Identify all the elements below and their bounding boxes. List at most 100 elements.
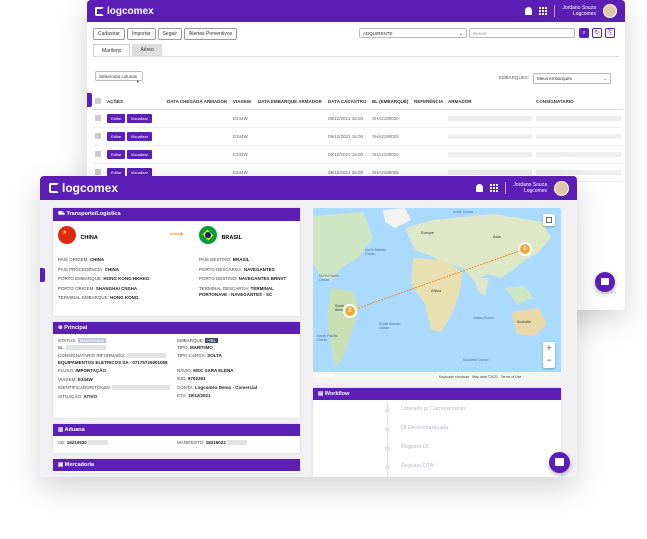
apps-grid-icon[interactable] bbox=[539, 7, 548, 15]
brand-logo[interactable]: logcomex bbox=[49, 181, 118, 195]
table-row[interactable]: Editar Visualizar E344W 09/12/2021 16:00 SH… bbox=[93, 145, 623, 164]
route-arrow-icon: ⟶ bbox=[169, 229, 184, 240]
view-button[interactable]: Visualizar bbox=[126, 150, 152, 159]
map-label-australia: Australia bbox=[517, 320, 531, 324]
table-row[interactable]: Editar Visualizar E344W 09/12/2021 16:00 SH… bbox=[93, 109, 623, 128]
embarque-label: EMBARQUE: bbox=[177, 338, 205, 343]
workflow-panel: ▤ Workflow Liberado p/ Carregamento DI De… bbox=[313, 388, 561, 477]
front-sidebar-toggle[interactable] bbox=[40, 268, 45, 282]
pagination-arrows[interactable]: ‹ › bbox=[611, 290, 616, 296]
filter-select[interactable]: ADQUIRENTE ⌄ bbox=[359, 28, 467, 38]
bell-icon[interactable] bbox=[525, 7, 533, 15]
action-toolbar: Cadastrar Importar Seguir Alertas Preven… bbox=[93, 28, 238, 40]
cell-armador bbox=[446, 109, 534, 128]
col-bl[interactable]: BL (EMBARQUE) bbox=[370, 94, 412, 110]
alertas-button[interactable]: Alertas Preventivos bbox=[184, 28, 238, 40]
redacted-bar bbox=[448, 170, 532, 175]
columns-select-value: Selecionar colunas bbox=[99, 73, 138, 79]
origin-country: ★ CHINA bbox=[58, 226, 98, 244]
north-america-land bbox=[313, 212, 373, 280]
cadastrar-button[interactable]: Cadastrar bbox=[93, 28, 125, 40]
chevron-down-icon: ⌄ bbox=[458, 30, 463, 37]
col-armador[interactable]: ARMADOR bbox=[446, 94, 534, 110]
mercadoria-header: ▣ Mercadoria bbox=[53, 459, 300, 471]
edit-button[interactable]: Editar bbox=[107, 114, 126, 123]
chat-button[interactable] bbox=[549, 452, 570, 473]
transport-field: PORTO DESTINO: NAVEGANTES BRNVT bbox=[199, 276, 294, 283]
user-info: Jordano Souza Logcomex bbox=[562, 5, 596, 17]
route-map[interactable]: Europe Africa Asia North Atlantic Ocean … bbox=[313, 208, 561, 382]
edit-button[interactable]: Editar bbox=[107, 150, 126, 159]
cell-data-cadastro: 09/12/2021 16:00 bbox=[326, 145, 370, 164]
col-data-chegada[interactable]: DATA CHEGADA ARMADOR bbox=[165, 94, 231, 110]
redacted-bar bbox=[536, 152, 621, 157]
search-input[interactable]: Buscar bbox=[469, 28, 575, 38]
bell-icon[interactable] bbox=[476, 184, 484, 192]
view-button[interactable]: Visualizar bbox=[126, 132, 152, 141]
situacao-row: SITUAÇÃO: ATIVO bbox=[58, 394, 178, 401]
row-actions: Editar Visualizar bbox=[105, 127, 165, 146]
map-marker-origin[interactable]: 1 bbox=[518, 242, 532, 256]
tipo-carga-row: TIPO CARGA: SOLTA bbox=[177, 353, 295, 360]
tipo-carga-label: TIPO CARGA: bbox=[177, 353, 207, 358]
map-label-asia: Asia bbox=[493, 234, 501, 239]
google-logo: Google bbox=[317, 373, 335, 379]
chevron-down-icon: ▾ bbox=[136, 78, 139, 84]
consignatario-value: EQUIPAMENTOS ELETRICOS SA - 071757250010… bbox=[58, 359, 168, 365]
principal-header: ⊕ Principal bbox=[53, 322, 300, 334]
row-checkbox[interactable] bbox=[95, 151, 101, 157]
logo-icon bbox=[95, 6, 104, 16]
imo-row: IMO: 9702261 bbox=[177, 376, 295, 383]
redacted-bar bbox=[448, 116, 532, 121]
top-bar: logcomex Jordano Souza Logcomex bbox=[40, 176, 577, 200]
row-checkbox-cell bbox=[93, 145, 105, 164]
export-icon[interactable]: ⎘ bbox=[605, 28, 615, 38]
col-referencia[interactable]: REFERÊNCIA bbox=[412, 94, 446, 110]
bl-row: BL: bbox=[58, 345, 178, 352]
row-checkbox[interactable] bbox=[95, 133, 101, 139]
zoom-out-button[interactable]: − bbox=[543, 355, 555, 368]
refresh-icon[interactable]: ↻ bbox=[592, 28, 602, 38]
manifesto-label: MANIFESTO: bbox=[177, 440, 205, 445]
zoom-in-button[interactable]: + bbox=[543, 342, 555, 355]
select-all-checkbox[interactable] bbox=[95, 98, 101, 104]
bl-label: BL: bbox=[58, 344, 65, 350]
row-checkbox[interactable] bbox=[95, 169, 101, 175]
divider bbox=[505, 182, 507, 194]
importar-button[interactable]: Importar bbox=[126, 28, 156, 40]
ce-redacted bbox=[88, 440, 109, 446]
row-checkbox-cell bbox=[93, 109, 105, 128]
china-flag-icon: ★ bbox=[58, 226, 76, 244]
avatar[interactable] bbox=[554, 180, 569, 196]
col-acoes[interactable]: AÇÕES bbox=[105, 94, 165, 110]
fullscreen-button[interactable] bbox=[543, 214, 555, 226]
map-marker-destination[interactable]: 2 bbox=[343, 304, 357, 318]
chat-button[interactable] bbox=[595, 272, 615, 292]
divider bbox=[554, 5, 556, 17]
brand-logo[interactable]: logcomex bbox=[95, 6, 154, 17]
consignatario-row: CONSIGNATARIO INFORMADO: EQUIPAMENTOS EL… bbox=[58, 353, 178, 366]
apps-grid-icon[interactable] bbox=[490, 184, 499, 192]
table-header-row: AÇÕES DATA CHEGADA ARMADOR VIAGEM DATA E… bbox=[93, 94, 623, 110]
cell-data-embarque bbox=[256, 109, 326, 128]
seguir-button[interactable]: Seguir bbox=[157, 28, 183, 40]
back-sidebar-toggle[interactable] bbox=[87, 93, 92, 107]
field-value: BRASIL bbox=[232, 257, 250, 262]
embarques-select[interactable]: Meus embarques ⌄ bbox=[533, 73, 611, 84]
avatar[interactable] bbox=[603, 4, 617, 18]
brand-name: logcomex bbox=[107, 5, 154, 17]
search-tools: ⌕ ↻ ⎘ bbox=[579, 28, 615, 38]
columns-select[interactable]: Selecionar colunas ▾ bbox=[95, 71, 143, 84]
col-viagem[interactable]: VIAGEM bbox=[231, 94, 256, 110]
edit-button[interactable]: Editar bbox=[107, 132, 126, 141]
col-consignatario[interactable]: CONSIGNATARIO bbox=[534, 94, 623, 110]
col-data-cadastro[interactable]: DATA CADASTRO bbox=[326, 94, 370, 110]
search-icon[interactable]: ⌕ bbox=[579, 28, 589, 38]
view-button[interactable]: Visualizar bbox=[126, 114, 152, 123]
identificador-row: IDENTIFICADOR/TOKEN: bbox=[58, 385, 178, 392]
redacted-bar bbox=[536, 116, 621, 121]
table-row[interactable]: Editar Visualizar E344W 09/12/2021 16:00 SH… bbox=[93, 127, 623, 146]
field-label: PAÍS PROCEDÊNCIA: bbox=[58, 266, 104, 272]
col-data-embarque[interactable]: DATA EMBARQUE ARMADOR bbox=[256, 94, 326, 110]
row-checkbox[interactable] bbox=[95, 115, 101, 121]
